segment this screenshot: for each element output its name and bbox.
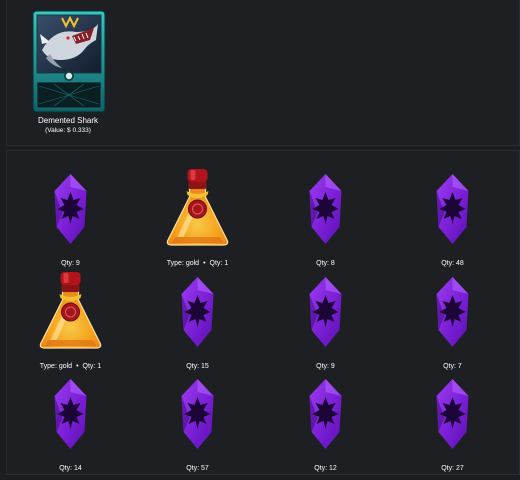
demented-shark-card-image[interactable] [32, 10, 106, 113]
rune-icon [134, 266, 261, 356]
rune-icon [134, 368, 261, 458]
rune-icon [262, 368, 389, 458]
item-cell[interactable]: Qty: 27 [389, 368, 516, 472]
item-qty: Qty: 57 [186, 465, 209, 472]
item-qty: Qty: 14 [59, 465, 82, 472]
rune-icon [262, 163, 389, 253]
potion-icon [7, 266, 134, 356]
item-cell[interactable]: Type: gold • Qty: 1 [7, 266, 134, 370]
item-cell[interactable]: Qty: 15 [134, 266, 261, 370]
items-panel: Qty: 9 Type: gold • Qty: 1 Qty: 8 Qty: 48 … [6, 150, 520, 475]
rune-icon [389, 266, 516, 356]
rune-icon [7, 163, 134, 253]
item-cell[interactable]: Qty: 14 [7, 368, 134, 472]
item-label: Qty: 14 [7, 465, 134, 472]
item-label: Qty: 57 [134, 465, 261, 472]
item-qty: Qty: 12 [314, 465, 337, 472]
rune-icon [7, 368, 134, 458]
item-cell[interactable]: Qty: 9 [262, 266, 389, 370]
potion-icon [134, 163, 261, 253]
item-cell[interactable]: Qty: 8 [262, 163, 389, 267]
item-label: Qty: 27 [389, 465, 516, 472]
card-panel: Demented Shark (Value: $ 0.333) [6, 0, 520, 146]
rune-icon [389, 368, 516, 458]
rune-icon [262, 266, 389, 356]
item-cell[interactable]: Type: gold • Qty: 1 [134, 163, 261, 267]
item-cell[interactable]: Qty: 7 [389, 266, 516, 370]
item-cell[interactable]: Qty: 48 [389, 163, 516, 267]
item-qty: Qty: 27 [441, 465, 464, 472]
card-value: (Value: $ 0.333) [45, 127, 91, 134]
item-cell[interactable]: Qty: 12 [262, 368, 389, 472]
item-cell[interactable]: Qty: 9 [7, 163, 134, 267]
item-label: Qty: 12 [262, 465, 389, 472]
rune-icon [389, 163, 516, 253]
item-cell[interactable]: Qty: 57 [134, 368, 261, 472]
card-name: Demented Shark [37, 116, 99, 125]
